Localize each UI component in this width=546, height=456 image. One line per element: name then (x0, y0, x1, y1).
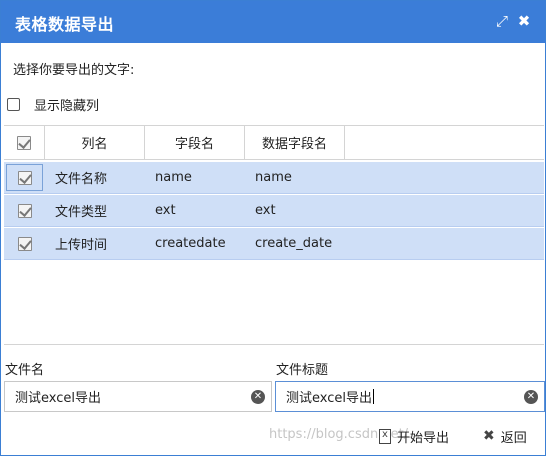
row-field-name: name (155, 170, 192, 185)
file-name-input[interactable]: 测试excel导出 ✕ (4, 381, 272, 412)
export-dialog: 表格数据导出 ⤢ ✖ 选择你要导出的文字: 显示隐藏列 列名 字段名 数据字段名… (0, 0, 546, 456)
row-field-name: ext (155, 203, 176, 218)
row-checkbox-cell[interactable] (4, 228, 45, 259)
file-name-label: 文件名 (5, 363, 45, 378)
table-row[interactable]: 文件名称 name name (4, 162, 544, 194)
select-all-checkbox[interactable] (17, 135, 31, 150)
file-title-label: 文件标题 (276, 363, 329, 378)
start-export-label: 开始导出 (397, 430, 450, 446)
row-checkbox[interactable] (17, 170, 32, 185)
cross-icon: ✖ (483, 428, 495, 444)
dialog-title: 表格数据导出 (15, 15, 115, 34)
back-button[interactable]: ✖ 返回 (483, 425, 527, 447)
show-hidden-label[interactable]: 显示隐藏列 (34, 95, 99, 114)
row-column-name: 上传时间 (55, 238, 108, 253)
file-name-value: 测试excel导出 (15, 391, 101, 406)
prompt-text: 选择你要导出的文字: (13, 63, 135, 78)
start-export-button[interactable]: 开始导出 (379, 425, 449, 447)
close-icon[interactable]: ✖ (515, 12, 533, 30)
dialog-titlebar[interactable]: 表格数据导出 ⤢ ✖ (1, 1, 545, 43)
maximize-icon[interactable]: ⤢ (493, 12, 511, 30)
row-checkbox[interactable] (17, 203, 32, 218)
clear-file-title-icon[interactable]: ✕ (524, 390, 538, 404)
header-data-field-name[interactable]: 数据字段名 (245, 126, 345, 159)
row-column-name: 文件名称 (55, 172, 108, 187)
grid-header: 列名 字段名 数据字段名 (4, 126, 544, 160)
text-caret (373, 389, 374, 404)
excel-file-icon (379, 428, 391, 444)
header-column-name[interactable]: 列名 (45, 126, 145, 159)
table-row[interactable]: 上传时间 createdate create_date (4, 228, 544, 260)
row-field-name: createdate (155, 236, 226, 251)
row-data-field-name: ext (255, 203, 276, 218)
file-title-input[interactable]: 测试excel导出 ✕ (275, 381, 545, 412)
show-hidden-columns[interactable]: 显示隐藏列 (7, 95, 99, 114)
table-row[interactable]: 文件类型 ext ext (4, 195, 544, 227)
row-checkbox-cell[interactable] (4, 195, 45, 226)
show-hidden-checkbox[interactable] (7, 97, 20, 111)
row-data-field-name: name (255, 170, 292, 185)
row-column-name: 文件类型 (55, 205, 108, 220)
clear-file-name-icon[interactable]: ✕ (251, 390, 265, 404)
header-field-name[interactable]: 字段名 (145, 126, 245, 159)
row-data-field-name: create_date (255, 236, 333, 251)
back-label: 返回 (500, 430, 527, 446)
row-checkbox-cell[interactable] (4, 162, 45, 193)
file-title-value: 测试excel导出 (286, 391, 372, 406)
row-checkbox[interactable] (17, 236, 32, 251)
columns-grid: 列名 字段名 数据字段名 文件名称 name name 文件类型 ext ext… (4, 125, 544, 345)
select-all-cell[interactable] (4, 126, 45, 159)
